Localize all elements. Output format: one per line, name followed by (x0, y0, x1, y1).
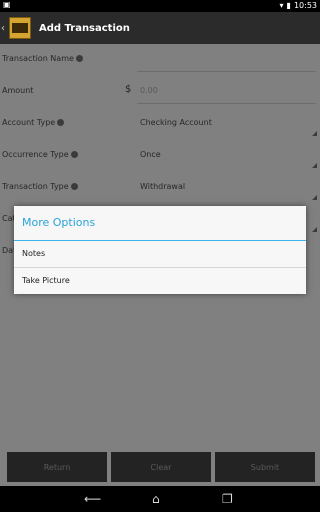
wifi-icon: ▾ (279, 1, 284, 10)
action-bar: ‹ Add Transaction (0, 12, 320, 44)
nav-back-icon[interactable]: ⟵ (84, 492, 101, 506)
app-logo-icon[interactable] (9, 17, 31, 39)
back-icon[interactable]: ‹ (1, 23, 7, 34)
page-title: Add Transaction (39, 22, 130, 34)
nav-home-icon[interactable]: ⌂ (152, 492, 160, 506)
photo-icon: ▣ (3, 0, 11, 9)
menu-item-take-picture[interactable]: Take Picture (14, 268, 306, 294)
dialog-title: More Options (14, 206, 306, 241)
nav-recents-icon[interactable]: ❐ (222, 492, 233, 506)
battery-icon: ▮ (286, 1, 291, 10)
status-time: 10:53 (293, 1, 317, 10)
more-options-dialog: More Options Notes Take Picture (14, 206, 306, 294)
system-nav-bar: ⟵ ⌂ ❐ (0, 486, 320, 512)
status-bar: ▣ ▾ ▮ 10:53 (0, 0, 320, 12)
menu-item-notes[interactable]: Notes (14, 241, 306, 268)
